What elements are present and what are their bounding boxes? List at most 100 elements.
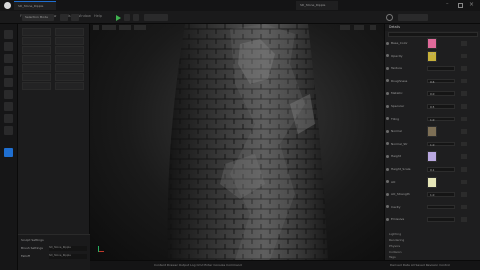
setting-value[interactable]: SD_Stone_Ripple: [49, 254, 87, 259]
property-value[interactable]: 0.6: [427, 78, 455, 84]
property-row[interactable]: Normal: [385, 126, 480, 138]
palette-item[interactable]: [22, 82, 51, 90]
expand-icon[interactable]: [386, 79, 389, 83]
menu-window[interactable]: Window: [77, 14, 91, 18]
reset-button[interactable]: [461, 129, 467, 134]
reset-button[interactable]: [461, 204, 467, 210]
expand-icon[interactable]: [386, 54, 389, 58]
setting-value[interactable]: SD_Stone_Ripple: [49, 246, 87, 251]
reset-button[interactable]: [461, 217, 467, 222]
app-logo-icon[interactable]: [4, 2, 11, 9]
property-row[interactable]: Height_Scale 0.1: [385, 166, 480, 172]
expand-icon[interactable]: [386, 205, 389, 209]
reset-button[interactable]: [461, 141, 467, 147]
minimize-button[interactable]: –: [446, 2, 453, 9]
reset-button[interactable]: [461, 116, 467, 122]
property-row[interactable]: Height: [385, 151, 480, 163]
reset-button[interactable]: [461, 192, 467, 197]
setting-row[interactable]: Falloff SD_Stone_Ripple: [21, 254, 87, 260]
property-value[interactable]: [427, 217, 455, 222]
property-row[interactable]: Metallic 0.0: [385, 90, 480, 96]
expand-icon[interactable]: [386, 217, 389, 221]
palette-item[interactable]: [22, 73, 51, 81]
add-button[interactable]: [60, 14, 68, 21]
tab-level[interactable]: SD_Stone_Ripple: [14, 1, 56, 10]
property-value[interactable]: 0.0: [427, 91, 455, 96]
settings-button[interactable]: [144, 14, 168, 21]
property-value[interactable]: [427, 151, 437, 163]
property-row[interactable]: Emissive: [385, 216, 480, 222]
property-row[interactable]: AO_Strength 1.0: [385, 191, 480, 197]
property-value[interactable]: 0.1: [427, 167, 455, 172]
property-value[interactable]: 0.5: [427, 104, 455, 109]
palette-item[interactable]: [55, 82, 84, 90]
property-row[interactable]: AO: [385, 176, 480, 188]
stop-button[interactable]: [133, 14, 139, 21]
reset-button[interactable]: [461, 78, 467, 84]
cut-tool-icon[interactable]: [4, 126, 13, 135]
expand-icon[interactable]: [386, 154, 389, 158]
expand-icon[interactable]: [386, 167, 389, 171]
smooth-tool-icon[interactable]: [4, 78, 13, 87]
pause-button[interactable]: [124, 14, 130, 21]
settings-icon[interactable]: [386, 14, 393, 21]
active-tool-icon[interactable]: [4, 148, 13, 157]
save-button[interactable]: [71, 14, 79, 21]
erase-tool-icon[interactable]: [4, 66, 13, 75]
palette-item[interactable]: [55, 37, 84, 45]
palette-item[interactable]: [22, 28, 51, 36]
palette-item[interactable]: [22, 55, 51, 63]
menu-help[interactable]: Help: [94, 14, 102, 18]
property-value[interactable]: [427, 38, 437, 49]
property-value[interactable]: 1.0: [427, 116, 455, 121]
status-right[interactable]: Derived Data All Saved Revision Control: [390, 263, 450, 267]
expand-icon[interactable]: [386, 192, 389, 196]
palette-item[interactable]: [22, 37, 51, 45]
close-button[interactable]: ×: [469, 1, 476, 8]
reset-button[interactable]: [461, 41, 467, 46]
expand-icon[interactable]: [386, 129, 389, 133]
expand-icon[interactable]: [386, 142, 389, 146]
status-text[interactable]: Content Drawer Output Log Cmd Enter Cons…: [154, 263, 242, 267]
mode-dropdown[interactable]: Selection Mode: [22, 14, 54, 21]
property-row[interactable]: Texture: [385, 65, 480, 71]
property-row[interactable]: Specular 0.5: [385, 103, 480, 109]
paint-tool-icon[interactable]: [4, 54, 13, 63]
property-value[interactable]: [427, 204, 455, 210]
palette-item[interactable]: [55, 64, 84, 72]
ramp-tool-icon[interactable]: [4, 114, 13, 123]
reset-button[interactable]: [461, 91, 467, 96]
reset-button[interactable]: [461, 167, 467, 172]
property-row[interactable]: Base_Color: [385, 38, 480, 49]
reset-button[interactable]: [461, 53, 467, 59]
property-value[interactable]: [427, 66, 455, 71]
palette-item[interactable]: [55, 28, 84, 36]
palette-item[interactable]: [55, 73, 84, 81]
property-value[interactable]: [427, 176, 437, 188]
maximize-button[interactable]: [458, 3, 463, 8]
property-value[interactable]: 1.0: [427, 192, 455, 197]
setting-row[interactable]: Brush Settings SD_Stone_Ripple: [21, 246, 87, 252]
expand-icon[interactable]: [386, 41, 389, 45]
flatten-tool-icon[interactable]: [4, 90, 13, 99]
property-row[interactable]: Tiling 1.0: [385, 116, 480, 122]
panel-toggle[interactable]: [398, 14, 428, 21]
property-value[interactable]: [427, 126, 437, 138]
tab-material[interactable]: SD_Stone_Ripple: [296, 1, 338, 10]
details-search-input[interactable]: [388, 32, 478, 37]
noise-tool-icon[interactable]: [4, 102, 13, 111]
reset-button[interactable]: [461, 154, 467, 159]
section-physics[interactable]: Physics: [389, 244, 400, 248]
property-value[interactable]: 1.0: [427, 141, 455, 147]
palette-item[interactable]: [22, 64, 51, 72]
palette-item[interactable]: [22, 46, 51, 54]
viewport[interactable]: [90, 24, 384, 260]
expand-icon[interactable]: [386, 104, 389, 108]
reset-button[interactable]: [461, 104, 467, 109]
property-row[interactable]: Roughness 0.6: [385, 78, 480, 84]
property-value[interactable]: 0.5: [427, 50, 437, 62]
section-rendering[interactable]: Rendering: [389, 238, 404, 242]
property-row[interactable]: Cavity: [385, 204, 480, 210]
setting-row[interactable]: Sculpt Settings: [21, 238, 87, 244]
section-tags[interactable]: Tags: [389, 255, 396, 259]
